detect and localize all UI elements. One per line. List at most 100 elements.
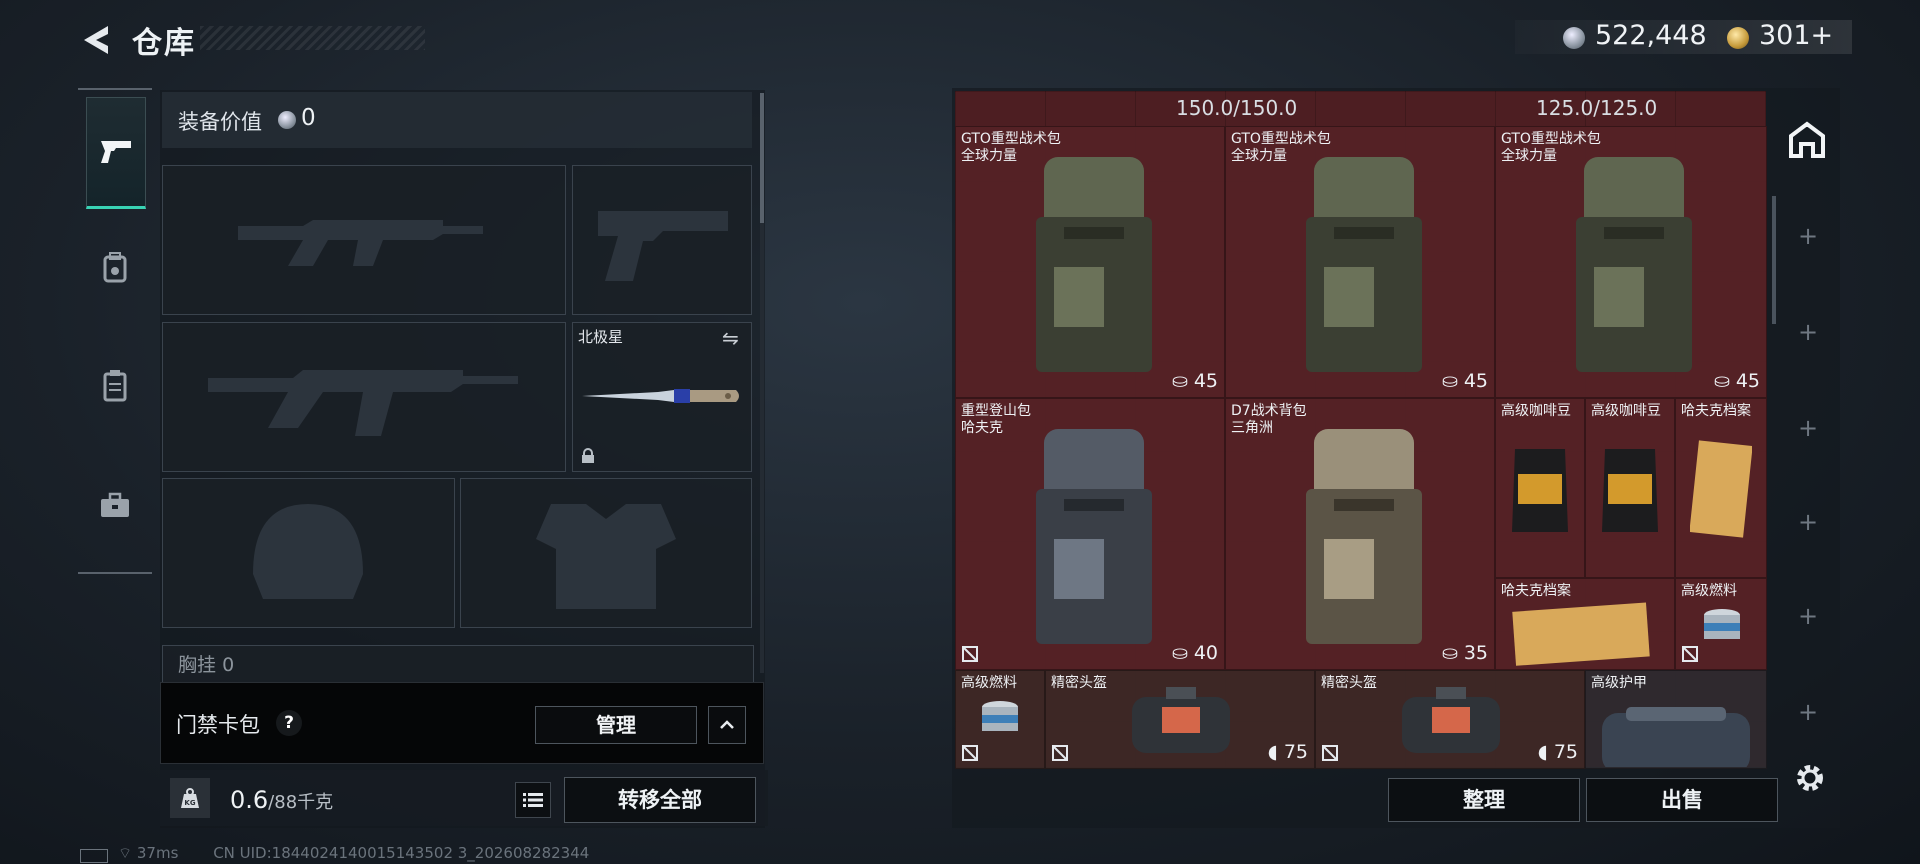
item-name: 精密头盔 — [1051, 675, 1107, 691]
item-premium-fuel[interactable]: 高级燃料 — [955, 670, 1045, 769]
add-tab-icon[interactable]: + — [1795, 698, 1821, 726]
item-name: 高级咖啡豆 — [1591, 403, 1661, 419]
lock-icon — [582, 448, 594, 463]
add-tab-icon[interactable]: + — [1795, 222, 1821, 250]
silver-currency-value: 522,448 — [1595, 20, 1707, 51]
document-image — [1512, 602, 1650, 666]
tab-toolbox[interactable] — [86, 465, 144, 545]
melee-name: 北极星 — [578, 328, 624, 346]
secondary-rifle-slot[interactable] — [162, 322, 566, 472]
item-precision-helmet[interactable]: 精密头盔 ◖ 75 — [1315, 670, 1585, 769]
item-name: 重型登山包 哈夫克 — [961, 403, 1031, 436]
swap-icon[interactable]: ⇋ — [722, 326, 739, 350]
weight-max: /88千克 — [268, 792, 334, 813]
capacity-left: 150.0/150.0 — [1176, 96, 1298, 120]
card-pack-label: 门禁卡包 — [176, 713, 260, 737]
item-count: ⛀ 45 — [1441, 370, 1488, 392]
list-icon — [523, 793, 543, 807]
item-coffee-beans[interactable]: 高级咖啡豆 — [1495, 398, 1585, 578]
collapse-button[interactable] — [708, 706, 746, 744]
sort-button[interactable]: 整理 — [1388, 778, 1580, 822]
transfer-all-button[interactable]: 转移全部 — [564, 777, 756, 823]
ping-value: 37ms — [136, 844, 179, 862]
armor-slot[interactable] — [460, 478, 752, 628]
item-gto-backpack[interactable]: GTO重型战术包 全球力量 ⛀ 45 — [955, 126, 1225, 398]
uid-text: CN UID:1844024140015143502 3_20260828234… — [213, 844, 590, 862]
status-bar: ⌔ 37ms CN UID:1844024140015143502 3_2026… — [118, 844, 589, 863]
back-arrow-icon — [84, 26, 108, 54]
item-name: D7战术背包 三角洲 — [1231, 403, 1307, 436]
silver-coin-icon — [1563, 27, 1585, 49]
scrollbar[interactable] — [1772, 196, 1776, 324]
item-d7-backpack[interactable]: D7战术背包 三角洲 ⛀ 35 — [1225, 398, 1495, 670]
item-haffke-file[interactable]: 哈夫克档案 — [1495, 578, 1675, 670]
primary-weapon-slot[interactable] — [162, 165, 566, 315]
backpack-image — [1576, 157, 1692, 372]
sell-button[interactable]: 出售 — [1586, 778, 1778, 822]
gold-currency-value[interactable]: 301+ — [1759, 20, 1833, 51]
backpack-image — [1036, 157, 1152, 372]
rifle-silhouette-icon — [208, 370, 518, 436]
rifle-silhouette-icon — [238, 220, 483, 266]
gear-icon[interactable] — [1792, 760, 1828, 796]
item-name: 精密头盔 — [1321, 675, 1377, 691]
chevron-up-icon — [720, 720, 734, 729]
item-mountain-backpack[interactable]: 重型登山包 哈夫克 ⛀ 40 — [955, 398, 1225, 670]
item-premium-fuel[interactable]: 高级燃料 — [1675, 578, 1767, 670]
item-name: 哈夫克档案 — [1681, 403, 1751, 419]
toolbox-icon — [101, 492, 129, 517]
item-haffke-file[interactable]: 哈夫克档案 — [1675, 398, 1767, 578]
svg-text:KG: KG — [184, 799, 195, 807]
tab-backpack[interactable] — [86, 228, 144, 308]
no-insure-icon — [1322, 745, 1338, 761]
item-gto-backpack[interactable]: GTO重型战术包 全球力量 ⛀ 45 — [1225, 126, 1495, 398]
capacity-right: 125.0/125.0 — [1536, 96, 1658, 120]
add-tab-icon[interactable]: + — [1795, 602, 1821, 630]
weight-icon: KG — [170, 778, 210, 818]
helmet-slot[interactable] — [162, 478, 455, 628]
tab-vest[interactable] — [86, 346, 144, 426]
item-durability: ◖ 75 — [1537, 741, 1578, 763]
silver-coin-icon — [278, 111, 296, 129]
item-name: 高级燃料 — [1681, 583, 1737, 599]
battery-icon — [80, 849, 108, 863]
manage-button[interactable]: 管理 — [535, 706, 697, 744]
wifi-icon: ⌔ — [118, 844, 133, 862]
item-coffee-beans[interactable]: 高级咖啡豆 — [1585, 398, 1675, 578]
scrollbar[interactable] — [760, 93, 764, 223]
tab-weapons[interactable] — [86, 97, 146, 209]
armor-silhouette-icon — [536, 504, 676, 609]
add-tab-icon[interactable]: + — [1795, 414, 1821, 442]
item-precision-helmet[interactable]: 精密头盔 ◖ 75 — [1045, 670, 1315, 769]
helmet-bag-image — [1132, 687, 1230, 753]
armor-bag-image — [1602, 707, 1750, 767]
item-premium-armor[interactable]: 高级护甲 — [1585, 670, 1767, 769]
secondary-weapon-slot[interactable] — [572, 165, 752, 315]
fuel-can-image — [982, 701, 1018, 731]
coffee-bag-image — [1602, 449, 1658, 532]
backpack-image — [1306, 429, 1422, 644]
helmet-silhouette-icon — [253, 504, 363, 599]
backpack-image — [1036, 429, 1152, 644]
add-tab-icon[interactable]: + — [1795, 508, 1821, 536]
knife-image — [578, 380, 744, 414]
document-image — [1690, 440, 1752, 538]
vest-icon — [103, 370, 127, 402]
help-icon[interactable]: ? — [276, 710, 302, 736]
chest-rig-slot[interactable] — [162, 645, 754, 687]
pistol-icon — [101, 141, 131, 163]
backpack-icon — [103, 252, 127, 283]
no-insure-icon — [962, 646, 978, 662]
helmet-bag-image — [1402, 687, 1500, 753]
item-name: 高级燃料 — [961, 675, 1017, 691]
gold-coin-icon — [1727, 27, 1749, 49]
page-title: 仓库 — [132, 26, 196, 61]
warehouse-icon[interactable] — [1787, 120, 1827, 160]
back-button[interactable] — [78, 22, 114, 58]
item-count: ⛀ 45 — [1713, 370, 1760, 392]
chest-rig-label: 胸挂 0 — [178, 654, 235, 676]
no-insure-icon — [1052, 745, 1068, 761]
list-view-button[interactable] — [515, 782, 551, 818]
item-gto-backpack[interactable]: GTO重型战术包 全球力量 ⛀ 45 — [1495, 126, 1767, 398]
add-tab-icon[interactable]: + — [1795, 318, 1821, 346]
